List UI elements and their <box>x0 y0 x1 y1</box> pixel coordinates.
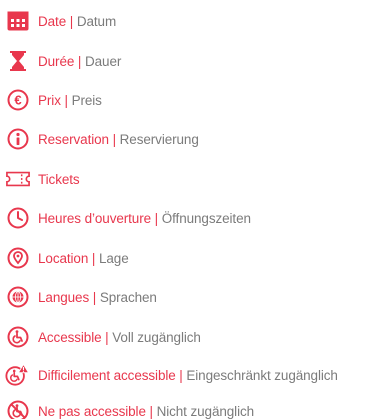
wheelchair-crossed-icon <box>6 399 30 419</box>
separator: | <box>175 368 187 383</box>
wheelchair-warning-icon <box>5 363 29 387</box>
info-icon <box>6 127 30 151</box>
separator: | <box>101 330 113 345</box>
legend-label-fr: Reservation <box>38 132 109 147</box>
svg-text:€: € <box>14 93 21 108</box>
separator: | <box>151 211 162 226</box>
legend-label-de: Dauer <box>85 54 122 69</box>
legend-label-fr: Prix <box>38 93 61 108</box>
globe-icon <box>6 285 30 309</box>
separator: | <box>89 290 100 305</box>
legend-label-fr: Langues <box>38 290 90 305</box>
legend-label-de: Eingeschränkt zugänglich <box>186 368 338 383</box>
hourglass-icon <box>6 49 30 73</box>
legend-label-fr: Location <box>38 251 89 266</box>
calendar-icon <box>6 9 30 33</box>
legend-label-de: Sprachen <box>99 290 157 305</box>
legend-label-fr: Date <box>38 14 67 29</box>
legend-label-fr: Difficilement accessible <box>38 368 176 383</box>
legend-label-de: Voll zugänglich <box>112 330 201 345</box>
legend-label-fr: Tickets <box>38 172 80 187</box>
separator: | <box>60 93 72 108</box>
location-pin-icon <box>6 246 30 270</box>
separator: | <box>74 54 85 69</box>
legend-label-de: Lage <box>98 251 129 266</box>
legend-label-de: Nicht zugänglich <box>156 404 255 419</box>
separator: | <box>108 132 120 147</box>
legend-label-de: Reservierung <box>119 132 199 147</box>
legend-label-fr: Durée <box>38 54 75 69</box>
separator: | <box>145 404 157 419</box>
clock-icon <box>6 206 30 230</box>
separator: | <box>66 14 77 29</box>
euro-icon: € <box>6 88 30 112</box>
legend-label-fr: Ne pas accessible <box>38 404 146 419</box>
legend-label-de: Preis <box>71 93 102 108</box>
legend-label-de: Datum <box>76 14 117 29</box>
ticket-icon <box>6 167 30 191</box>
legend-label-fr: Heures d’ouverture <box>38 211 152 226</box>
separator: | <box>88 251 99 266</box>
legend-label-fr: Accessible <box>38 330 102 345</box>
legend-label-de: Öffnungszeiten <box>161 211 251 226</box>
wheelchair-icon <box>6 325 30 349</box>
icon-legend: Date | Datum Durée | Dauer € Prix | Prei… <box>0 0 392 419</box>
